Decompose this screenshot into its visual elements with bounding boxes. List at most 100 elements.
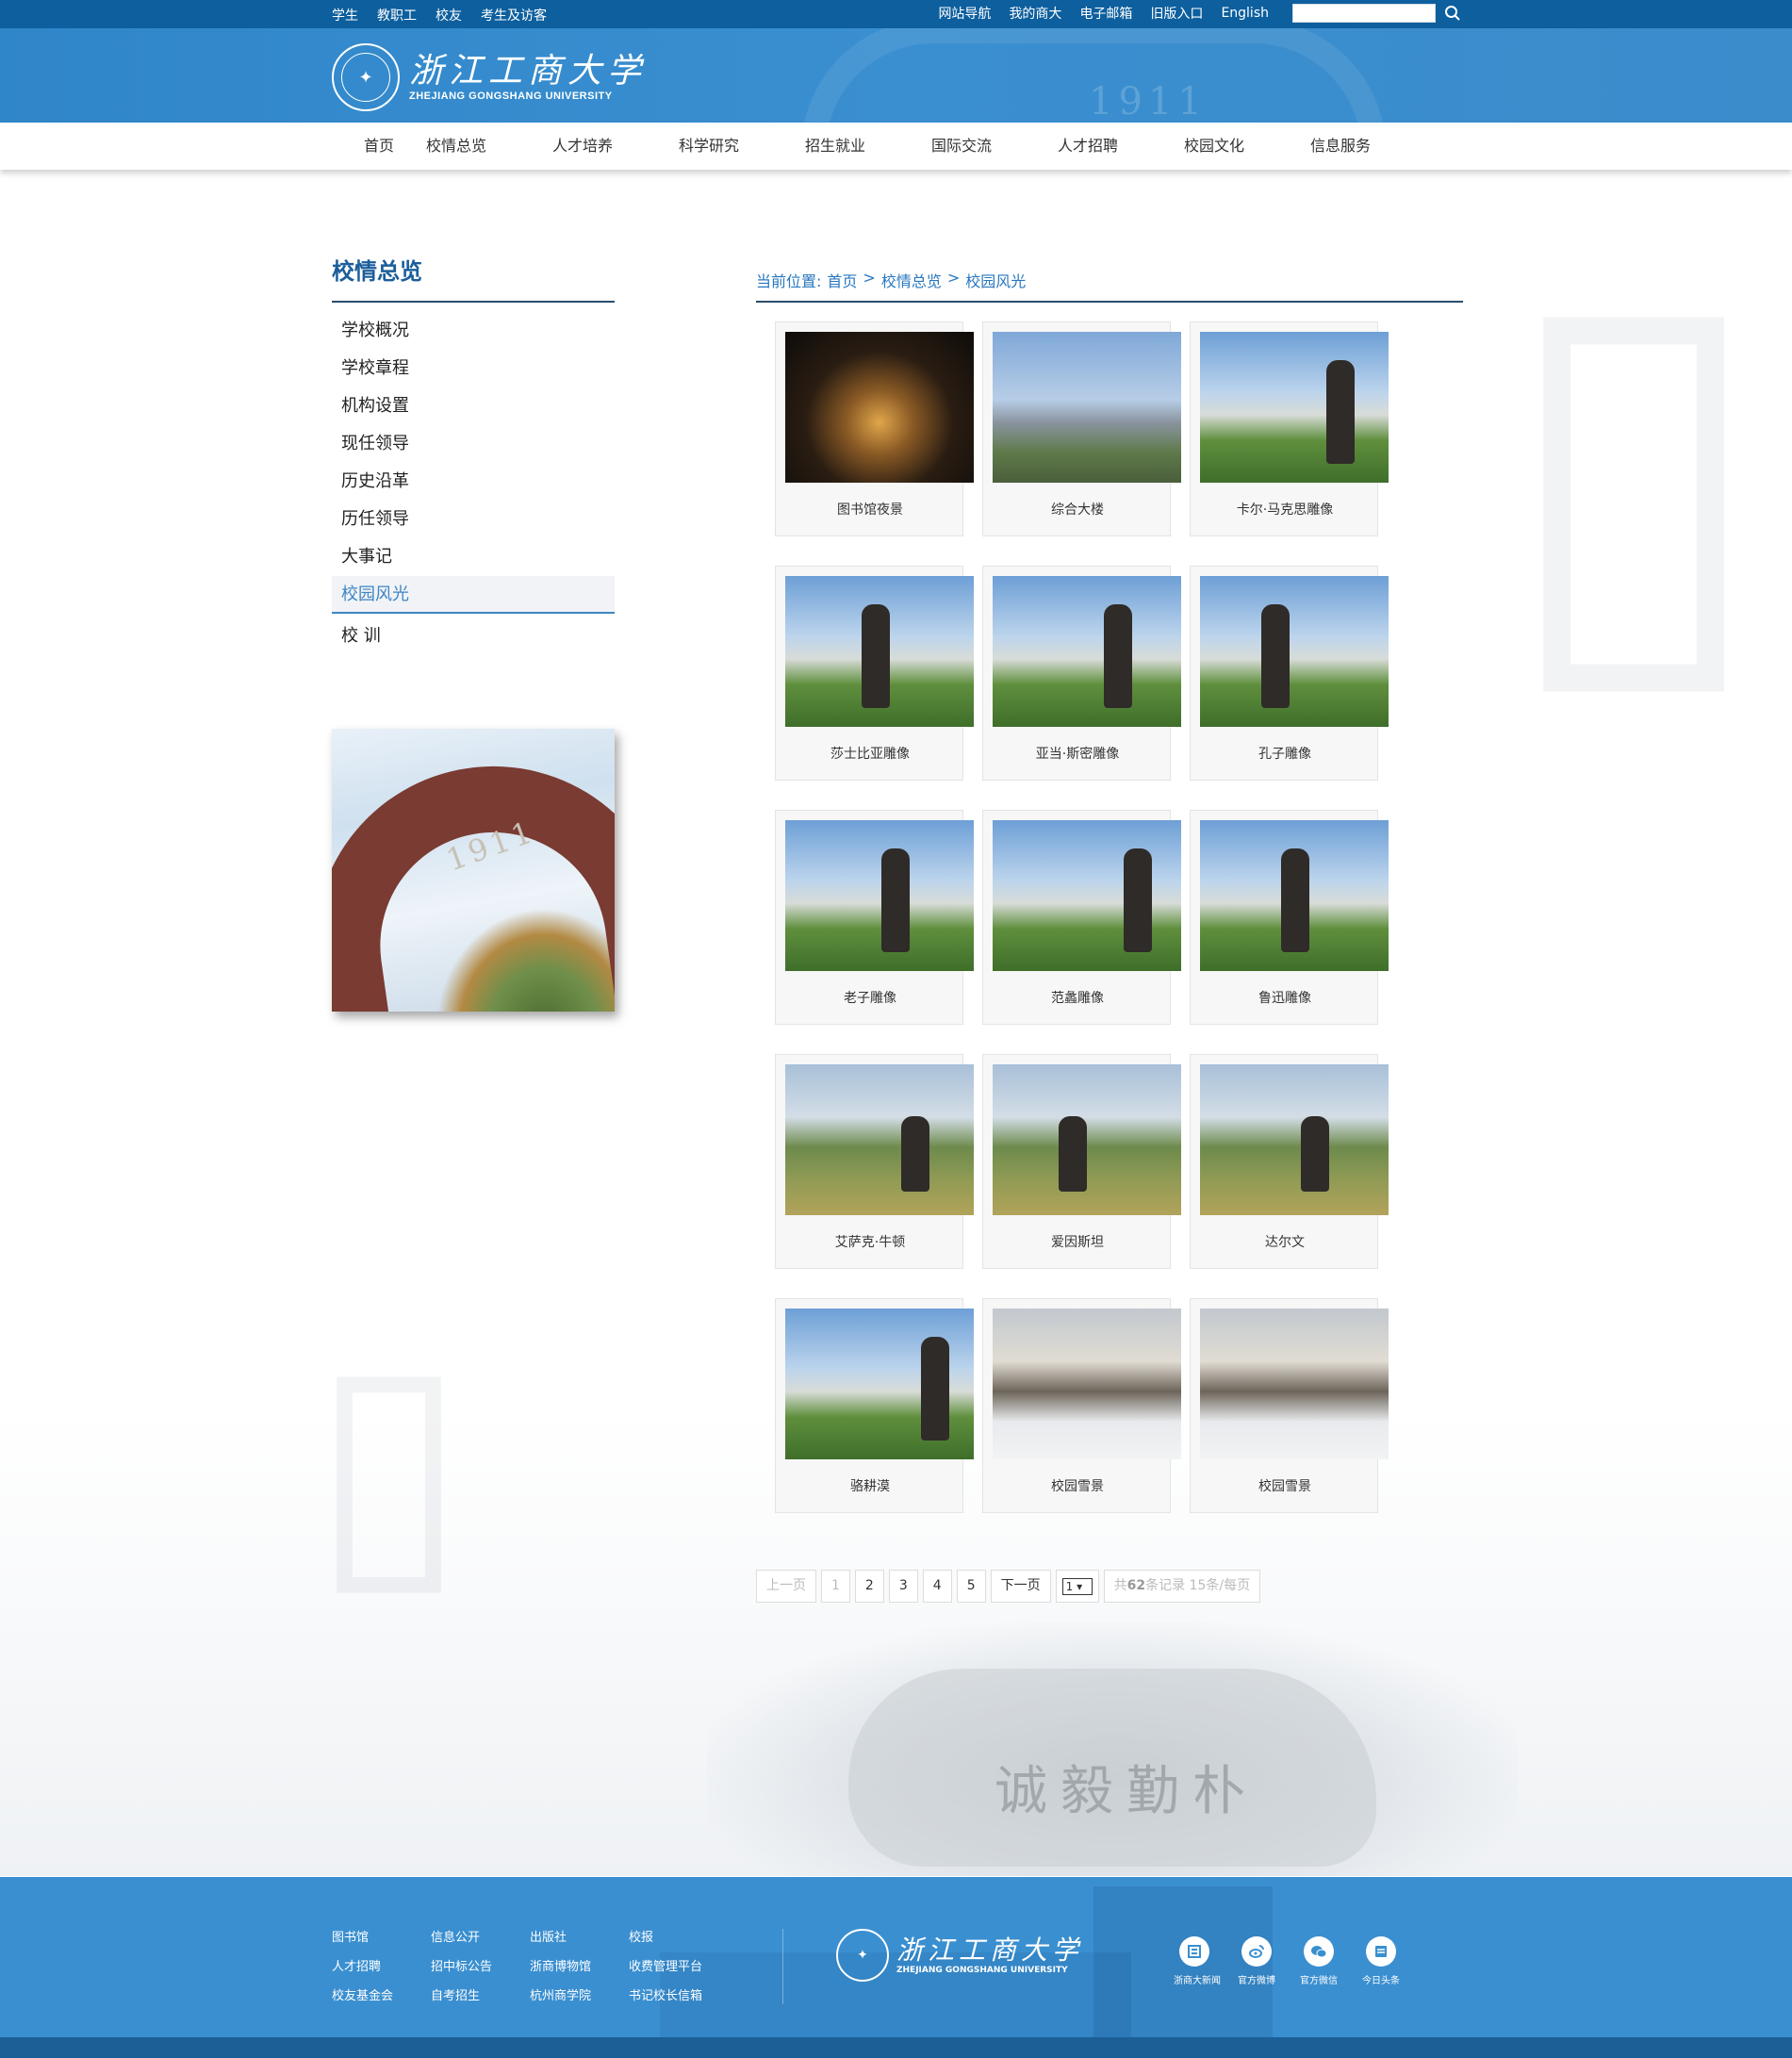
sidebar-item-former-leaders[interactable]: 历任领导	[332, 501, 615, 538]
top-link-students[interactable]: 学生	[332, 6, 358, 25]
social-weibo[interactable]: 官方微博	[1236, 1936, 1277, 1986]
page-button-2[interactable]: 2	[854, 1570, 884, 1603]
search-input[interactable]	[1292, 4, 1436, 23]
nav-item-international[interactable]: 国际交流	[931, 123, 1058, 170]
top-link-old-site[interactable]: 旧版入口	[1150, 4, 1203, 23]
sidebar-item-charter[interactable]: 学校章程	[332, 350, 615, 387]
top-link-email[interactable]: 电子邮箱	[1079, 4, 1132, 23]
gallery-card[interactable]: 综合大楼	[982, 321, 1181, 536]
footer-link-disclosure[interactable]: 信息公开	[431, 1927, 530, 1945]
gallery-card[interactable]: 老子雕像	[775, 810, 974, 1025]
nav-item-home[interactable]: 首页	[332, 123, 426, 170]
gallery-photo[interactable]	[785, 576, 974, 727]
gallery-photo[interactable]	[1200, 332, 1389, 483]
gallery-caption[interactable]: 莎士比亚雕像	[776, 744, 964, 763]
gallery-card[interactable]: 骆耕漠	[775, 1298, 974, 1513]
gallery-caption[interactable]: 范蠡雕像	[983, 988, 1172, 1007]
gallery-photo[interactable]	[785, 1064, 974, 1215]
next-page-button[interactable]: 下一页	[990, 1570, 1051, 1603]
gallery-photo[interactable]	[1200, 1309, 1389, 1459]
gallery-caption[interactable]: 图书馆夜景	[776, 500, 964, 519]
top-link-english[interactable]: English	[1221, 6, 1269, 21]
gallery-card[interactable]: 鲁迅雕像	[1190, 810, 1389, 1025]
footer-link-mailbox[interactable]: 书记校长信箱	[629, 1985, 742, 2003]
gallery-caption[interactable]: 鲁迅雕像	[1191, 988, 1379, 1007]
gallery-caption[interactable]: 卡尔·马克思雕像	[1191, 500, 1379, 519]
footer-link-fees[interactable]: 收费管理平台	[629, 1956, 742, 1974]
gallery-card[interactable]: 亚当·斯密雕像	[982, 566, 1181, 781]
breadcrumb-overview[interactable]: 校情总览	[881, 269, 942, 291]
gallery-photo[interactable]	[1200, 820, 1389, 971]
top-link-alumni[interactable]: 校友	[436, 6, 462, 25]
nav-item-research[interactable]: 科学研究	[679, 123, 805, 170]
nav-item-culture[interactable]: 校园文化	[1184, 123, 1310, 170]
gallery-caption[interactable]: 爱因斯坦	[983, 1232, 1172, 1251]
footer-link-alumni-fund[interactable]: 校友基金会	[332, 1985, 431, 2003]
gallery-caption[interactable]: 校园雪景	[983, 1476, 1172, 1495]
top-link-my-portal[interactable]: 我的商大	[1009, 4, 1061, 23]
social-toutiao[interactable]: 今日头条	[1360, 1936, 1402, 1986]
gallery-caption[interactable]: 老子雕像	[776, 988, 964, 1007]
breadcrumb-home[interactable]: 首页	[827, 269, 857, 291]
gallery-photo[interactable]	[993, 332, 1181, 483]
gallery-card[interactable]: 达尔文	[1190, 1054, 1389, 1269]
gallery-photo[interactable]	[785, 332, 974, 483]
sidebar-item-profile[interactable]: 学校概况	[332, 312, 615, 350]
gallery-card[interactable]: 范蠡雕像	[982, 810, 1181, 1025]
gallery-photo[interactable]	[1200, 1064, 1389, 1215]
nav-item-overview[interactable]: 校情总览	[426, 123, 552, 170]
gallery-photo[interactable]	[993, 1064, 1181, 1215]
gallery-caption[interactable]: 艾萨克·牛顿	[776, 1232, 964, 1251]
footer-link-museum[interactable]: 浙商博物馆	[530, 1956, 629, 1974]
gallery-card[interactable]: 爱因斯坦	[982, 1054, 1181, 1269]
page-button-3[interactable]: 3	[888, 1570, 918, 1603]
footer-link-recruitment[interactable]: 人才招聘	[332, 1956, 431, 1974]
gallery-photo[interactable]	[993, 1309, 1181, 1459]
gallery-photo[interactable]	[785, 820, 974, 971]
gallery-caption[interactable]: 孔子雕像	[1191, 744, 1379, 763]
footer-link-press[interactable]: 出版社	[530, 1927, 629, 1945]
social-wechat[interactable]: 官方微信	[1298, 1936, 1340, 1986]
gallery-photo[interactable]	[785, 1309, 974, 1459]
site-logo[interactable]: ✦ 浙江工商大学 ZHEJIANG GONGSHANG UNIVERSITY	[332, 43, 647, 111]
sidebar-item-current-leaders[interactable]: 现任领导	[332, 425, 615, 463]
footer-link-tenders[interactable]: 招中标公告	[431, 1956, 530, 1974]
social-news[interactable]: 浙商大新闻	[1174, 1936, 1221, 1986]
sidebar-item-motto[interactable]: 校 训	[332, 617, 615, 655]
gallery-card[interactable]: 孔子雕像	[1190, 566, 1389, 781]
gallery-photo[interactable]	[993, 820, 1181, 971]
gallery-card[interactable]: 图书馆夜景	[775, 321, 974, 536]
top-link-visitors[interactable]: 考生及访客	[481, 6, 547, 25]
page-button-1[interactable]: 1	[821, 1570, 850, 1603]
sidebar-item-history[interactable]: 历史沿革	[332, 463, 615, 501]
gallery-caption[interactable]: 骆耕漠	[776, 1476, 964, 1495]
gallery-caption[interactable]: 达尔文	[1191, 1232, 1379, 1251]
sidebar-item-organization[interactable]: 机构设置	[332, 387, 615, 425]
footer-link-self-exam[interactable]: 自考招生	[431, 1985, 530, 2003]
gallery-photo[interactable]	[993, 576, 1181, 727]
page-button-5[interactable]: 5	[956, 1570, 986, 1603]
page-select[interactable]: 1 ▾	[1055, 1570, 1099, 1603]
top-link-staff[interactable]: 教职工	[377, 6, 417, 25]
nav-item-services[interactable]: 信息服务	[1310, 123, 1437, 170]
footer-link-library[interactable]: 图书馆	[332, 1927, 431, 1945]
sidebar-item-campus-scenery[interactable]: 校园风光	[332, 576, 615, 614]
nav-item-education[interactable]: 人才培养	[552, 123, 679, 170]
gallery-card[interactable]: 艾萨克·牛顿	[775, 1054, 974, 1269]
gallery-card[interactable]: 校园雪景	[982, 1298, 1181, 1513]
search-icon[interactable]	[1443, 4, 1462, 23]
prev-page-button[interactable]: 上一页	[756, 1570, 816, 1603]
sidebar-item-chronicle[interactable]: 大事记	[332, 538, 615, 576]
nav-item-recruitment[interactable]: 人才招聘	[1058, 123, 1184, 170]
gallery-caption[interactable]: 综合大楼	[983, 500, 1172, 519]
gallery-card[interactable]: 莎士比亚雕像	[775, 566, 974, 781]
footer-link-newspaper[interactable]: 校报	[629, 1927, 742, 1945]
gallery-caption[interactable]: 亚当·斯密雕像	[983, 744, 1172, 763]
gallery-card[interactable]: 校园雪景	[1190, 1298, 1389, 1513]
gallery-photo[interactable]	[1200, 576, 1389, 727]
breadcrumb-current[interactable]: 校园风光	[965, 269, 1026, 291]
gallery-card[interactable]: 卡尔·马克思雕像	[1190, 321, 1389, 536]
nav-item-admissions[interactable]: 招生就业	[805, 123, 931, 170]
gallery-caption[interactable]: 校园雪景	[1191, 1476, 1379, 1495]
footer-link-hz-commerce[interactable]: 杭州商学院	[530, 1985, 629, 2003]
